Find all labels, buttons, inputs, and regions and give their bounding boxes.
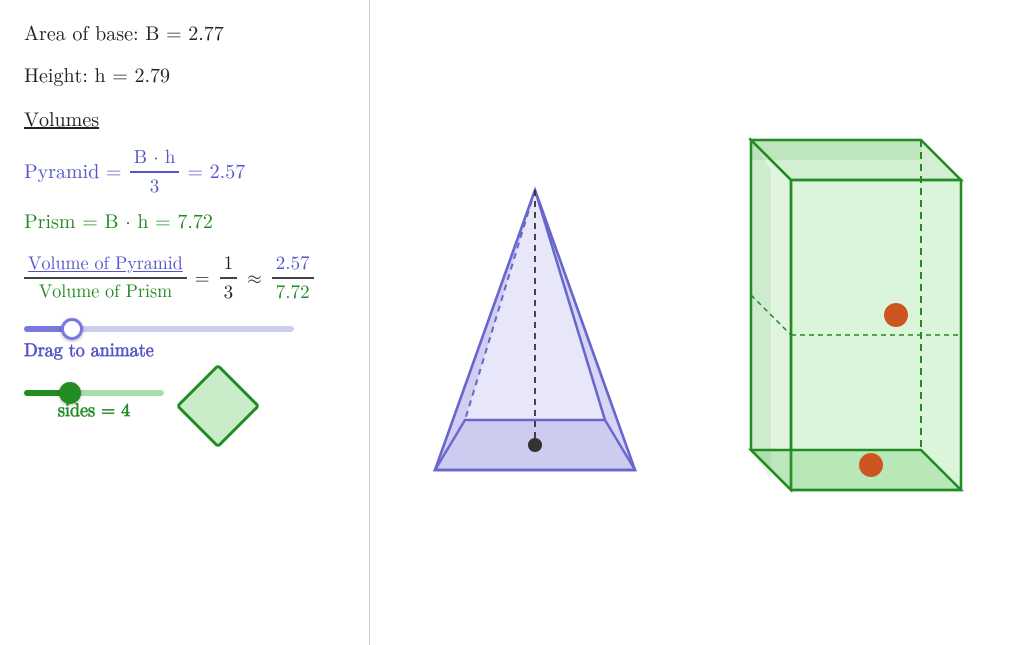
- ratio-fraction-one-third: 1 3: [220, 252, 238, 304]
- area-label: Area of base: B = 2.77: [24, 18, 345, 50]
- ratio-approx-num: 2.57: [272, 252, 314, 279]
- polygon-preview: [176, 364, 261, 449]
- prism-formula: Prism = B · h = 7.72: [24, 210, 345, 234]
- pyramid-svg: [420, 130, 650, 510]
- volumes-heading: Volumes: [24, 108, 345, 132]
- ratio-approx-sign: ≈: [247, 267, 262, 290]
- ratio-section: Volume of Pyramid Volume of Prism = 1 3 …: [24, 252, 345, 304]
- height-label: Height: h = 2.79: [24, 60, 345, 92]
- animate-slider-row: [24, 326, 345, 332]
- pyramid-eq-prefix: Pyramid =: [24, 160, 122, 184]
- sides-row: sides = 4: [24, 376, 345, 436]
- prism-container: [691, 110, 981, 536]
- orange-dot-bottom: [859, 453, 883, 477]
- pyramid-result: = 2.57: [187, 160, 245, 184]
- sides-slider[interactable]: [24, 390, 164, 396]
- pyramid-numerator: B · h: [130, 146, 180, 173]
- ratio-equals: =: [195, 267, 210, 290]
- ratio-denominator-label: Volume of Prism: [35, 279, 176, 303]
- pyramid-denominator: 3: [146, 173, 164, 198]
- ratio-one-third-num: 1: [220, 252, 238, 279]
- pyramid-container: [420, 130, 650, 516]
- prism-svg: [691, 110, 981, 530]
- orange-dot-top: [884, 303, 908, 327]
- sides-label: sides = 4: [58, 400, 130, 422]
- base-center-dot: [528, 438, 542, 452]
- ratio-one-third-den: 3: [220, 279, 238, 304]
- ratio-fraction-label: Volume of Pyramid Volume of Prism: [24, 253, 187, 303]
- ratio-approx-den: 7.72: [272, 279, 314, 304]
- pyramid-fraction: B · h 3: [130, 146, 180, 198]
- ratio-fraction-approx: 2.57 7.72: [272, 252, 314, 304]
- animate-slider[interactable]: [24, 326, 294, 332]
- pyramid-formula: Pyramid = B · h 3 = 2.57: [24, 146, 345, 198]
- ratio-numerator-label: Volume of Pyramid: [24, 253, 187, 279]
- drag-label: Drag to animate: [24, 340, 345, 362]
- slider-section: Drag to animate: [24, 326, 345, 362]
- sides-slider-wrap: sides = 4: [24, 390, 164, 422]
- left-panel: Area of base: B = 2.77 Height: h = 2.79 …: [0, 0, 370, 645]
- right-panel: [370, 0, 1031, 645]
